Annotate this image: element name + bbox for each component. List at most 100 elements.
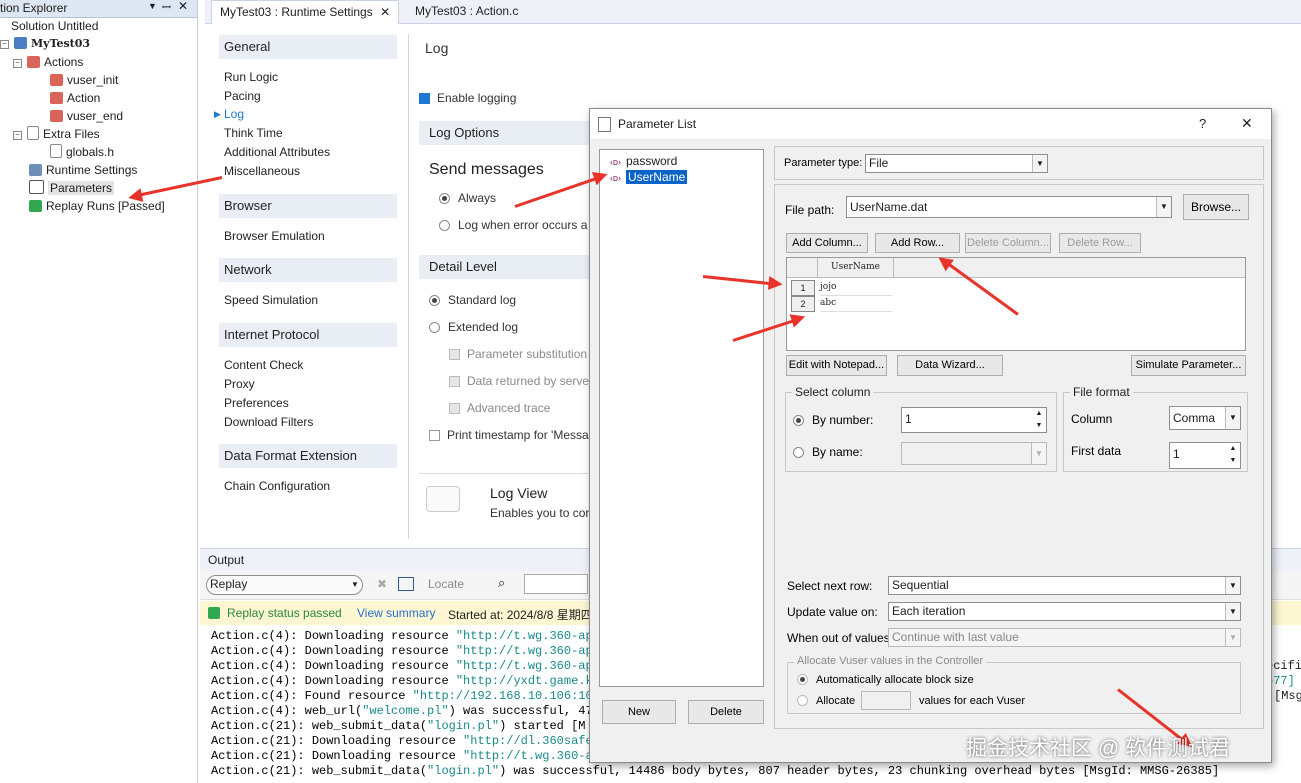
nav-item-proxy[interactable]: Proxy [224,377,255,391]
collapse-icon[interactable]: − [13,59,22,68]
log-when-error-radio[interactable]: Log when error occurs a [439,218,587,232]
delete-column-button[interactable]: Delete Column... [965,233,1051,253]
row-number[interactable]: 1 [791,280,815,296]
nav-item-download-filters[interactable]: Download Filters [224,415,313,429]
radio-selected-icon[interactable] [429,295,440,306]
allocate-input[interactable] [861,691,911,710]
collapse-icon[interactable]: − [0,40,9,49]
grid-cell[interactable]: abc [820,296,892,312]
grid-header-username[interactable]: UserName [817,258,894,277]
nav-item-additional-attributes[interactable]: Additional Attributes [224,145,330,159]
parameter-data-grid[interactable]: UserName 1 jojo 2 abc [786,257,1246,351]
tree-item-extra-files[interactable]: − Extra Files [13,126,100,143]
add-row-button[interactable]: Add Row... [875,233,960,253]
radio-icon[interactable] [429,322,440,333]
checkbox-icon[interactable] [429,430,440,441]
delete-button[interactable]: Delete [688,700,764,724]
clear-icon[interactable]: ✖ [377,577,387,591]
close-icon[interactable]: ✕ [380,5,390,19]
tree-item-parameters[interactable]: Parameters [29,180,115,197]
radio-selected-icon[interactable] [797,674,808,685]
extended-log-radio[interactable]: Extended log [429,320,518,334]
tree-item-vuser-end[interactable]: vuser_end [50,108,123,125]
dropdown-icon[interactable]: ▼ [148,1,157,11]
advanced-trace-checkbox[interactable]: Advanced trace [449,401,550,415]
tab-action-c[interactable]: MyTest03 : Action.c [407,0,526,23]
radio-selected-icon[interactable] [793,415,804,426]
wrap-icon[interactable] [398,577,414,591]
nav-item-log[interactable]: Log [224,107,244,121]
nav-item-chain-configuration[interactable]: Chain Configuration [224,479,330,493]
simulate-parameter-button[interactable]: Simulate Parameter... [1131,355,1246,376]
update-value-dropdown[interactable]: Each iteration ▼ [888,602,1241,621]
checkbox-icon[interactable] [449,376,460,387]
grid-cell[interactable]: jojo [820,280,892,296]
tree-item-action[interactable]: Action [50,90,100,107]
new-button[interactable]: New [602,700,676,724]
first-data-spinner[interactable]: 1 ▲ ▼ [1169,442,1241,469]
file-path-input[interactable]: UserName.dat ▼ [846,196,1172,218]
pin-icon[interactable]: ꟷ [162,0,171,15]
tree-item-replay-runs[interactable]: Replay Runs [Passed] [29,198,165,215]
data-returned-checkbox[interactable]: Data returned by serve [449,374,589,388]
radio-selected-icon[interactable] [439,193,450,204]
spinner-arrows-icon[interactable]: ▲ ▼ [1032,408,1046,432]
checkbox-checked-icon[interactable] [419,93,430,104]
output-filter-dropdown[interactable]: Replay ▼ [206,575,363,595]
dialog-titlebar: Parameter List ? ✕ [590,109,1271,139]
by-number-spinner[interactable]: 1 ▲ ▼ [901,407,1047,433]
tree-item-runtime-settings[interactable]: Runtime Settings [29,162,137,179]
spinner-arrows-icon[interactable]: ▲ ▼ [1226,443,1240,468]
by-name-radio[interactable]: By name: [793,445,863,459]
radio-icon[interactable] [797,695,808,706]
tree-item-vuser-init[interactable]: vuser_init [50,72,118,89]
nav-item-browser-emulation[interactable]: Browser Emulation [224,229,325,243]
nav-item-think-time[interactable]: Think Time [224,126,283,140]
parameter-item-password[interactable]: ‹ᴅ› password [610,154,677,168]
search-icon[interactable]: ⌕ [498,575,505,591]
parameter-substitution-checkbox[interactable]: Parameter substitution [449,347,587,361]
by-number-radio[interactable]: By number: [793,413,873,427]
nav-item-run-logic[interactable]: Run Logic [224,70,278,84]
enable-logging-checkbox[interactable]: Enable logging [419,91,516,105]
tab-runtime-settings[interactable]: MyTest03 : Runtime Settings ✕ [211,0,400,24]
speech-bubble-icon [426,486,460,512]
nav-item-pacing[interactable]: Pacing [224,89,261,103]
select-next-row-dropdown[interactable]: Sequential ▼ [888,576,1241,595]
data-wizard-button[interactable]: Data Wizard... [897,355,1003,376]
column-format-dropdown[interactable]: Comma ▼ [1169,406,1241,430]
nav-item-content-check[interactable]: Content Check [224,358,303,372]
allocate-radio[interactable]: Allocate [797,695,855,707]
nav-item-preferences[interactable]: Preferences [224,396,289,410]
help-button[interactable]: ? [1199,116,1206,131]
collapse-icon[interactable]: − [13,131,22,140]
view-summary-link[interactable]: View summary [357,606,435,620]
auto-allocate-radio[interactable]: Automatically allocate block size [797,674,974,686]
by-name-dropdown[interactable]: ▼ [901,442,1047,465]
checkbox-icon[interactable] [449,403,460,414]
parameter-tree[interactable]: ‹ᴅ› password ‹ᴅ› UserName [599,149,764,687]
checkbox-icon[interactable] [449,349,460,360]
tree-item-solution[interactable]: Solution Untitled [11,18,98,35]
output-search-input[interactable] [524,574,588,594]
browse-button[interactable]: Browse... [1183,194,1249,220]
delete-row-button[interactable]: Delete Row... [1059,233,1141,253]
print-timestamp-checkbox[interactable]: Print timestamp for 'Messa [429,428,589,442]
add-column-button[interactable]: Add Column... [786,233,868,253]
tree-item-globals[interactable]: globals.h [50,144,114,161]
tree-item-script[interactable]: − MyTest03 [0,35,90,52]
close-icon[interactable]: ✕ [178,0,188,13]
nav-item-miscellaneous[interactable]: Miscellaneous [224,164,300,178]
parameter-item-username[interactable]: ‹ᴅ› UserName [610,170,688,184]
edit-with-notepad-button[interactable]: Edit with Notepad... [786,355,887,376]
always-radio[interactable]: Always [439,191,496,205]
out-of-values-dropdown[interactable]: Continue with last value ▼ [888,628,1241,647]
nav-item-speed-simulation[interactable]: Speed Simulation [224,293,318,307]
standard-log-radio[interactable]: Standard log [429,293,516,307]
close-button[interactable]: ✕ [1241,115,1253,132]
tree-item-actions[interactable]: − Actions [13,54,83,71]
locate-button[interactable]: Locate [428,577,464,591]
parameter-type-dropdown[interactable]: File ▼ [865,154,1048,173]
radio-icon[interactable] [439,220,450,231]
radio-icon[interactable] [793,447,804,458]
